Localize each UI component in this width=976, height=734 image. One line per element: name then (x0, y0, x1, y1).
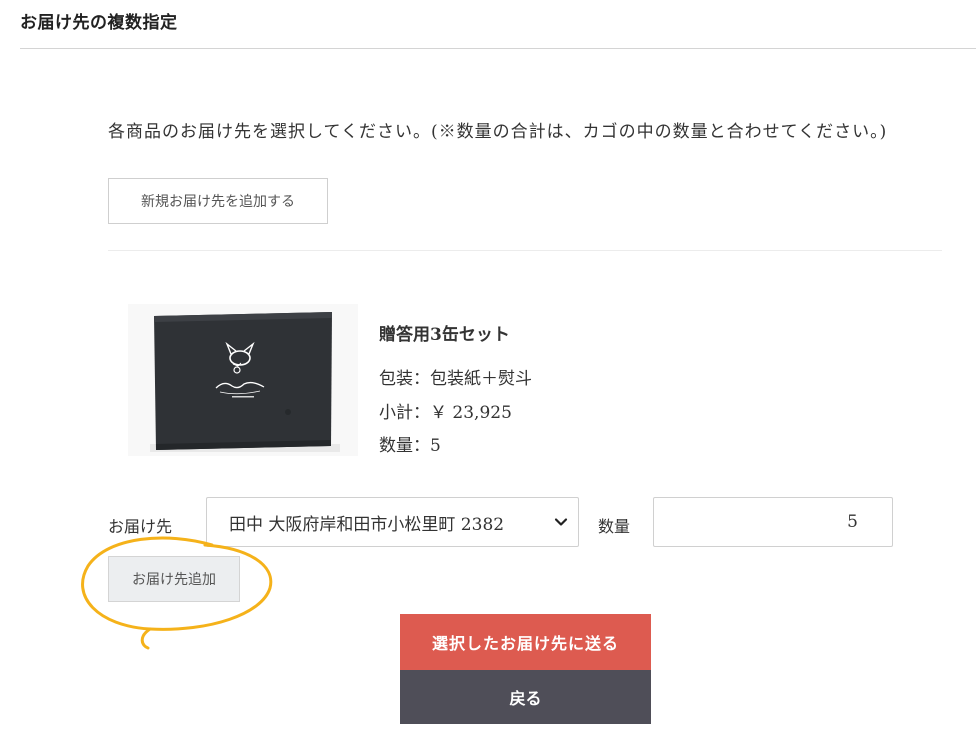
submit-to-selected-destinations-button[interactable]: 選択したお届け先に送る (400, 614, 651, 670)
product-image (128, 304, 358, 456)
destination-label: お届け先 (108, 517, 173, 536)
chevron-down-icon (554, 518, 568, 526)
quantity-input[interactable] (653, 497, 893, 547)
page-title: お届け先の複数指定 (20, 13, 178, 33)
destination-select-value: 田中 大阪府岸和田市小松里町 2382 (229, 514, 505, 535)
product-wrapping: 包装：包装紙＋熨斗 (379, 369, 532, 389)
title-divider (20, 48, 976, 49)
quantity-label: 数量 (598, 517, 631, 536)
add-destination-button[interactable]: お届け先追加 (108, 556, 240, 602)
product-quantity: 数量：5 (379, 436, 441, 456)
product-subtotal: 小計：￥ 23,925 (379, 403, 512, 423)
destination-select[interactable]: 田中 大阪府岸和田市小松里町 2382 (206, 497, 579, 547)
instructions-text: 各商品のお届け先を選択してください。(※数量の合計は、カゴの中の数量と合わせてく… (108, 122, 888, 142)
section-divider (108, 250, 942, 251)
product-name: 贈答用3缶セット (379, 325, 510, 345)
back-button[interactable]: 戻る (400, 670, 651, 724)
add-new-address-button[interactable]: 新規お届け先を追加する (108, 178, 328, 224)
